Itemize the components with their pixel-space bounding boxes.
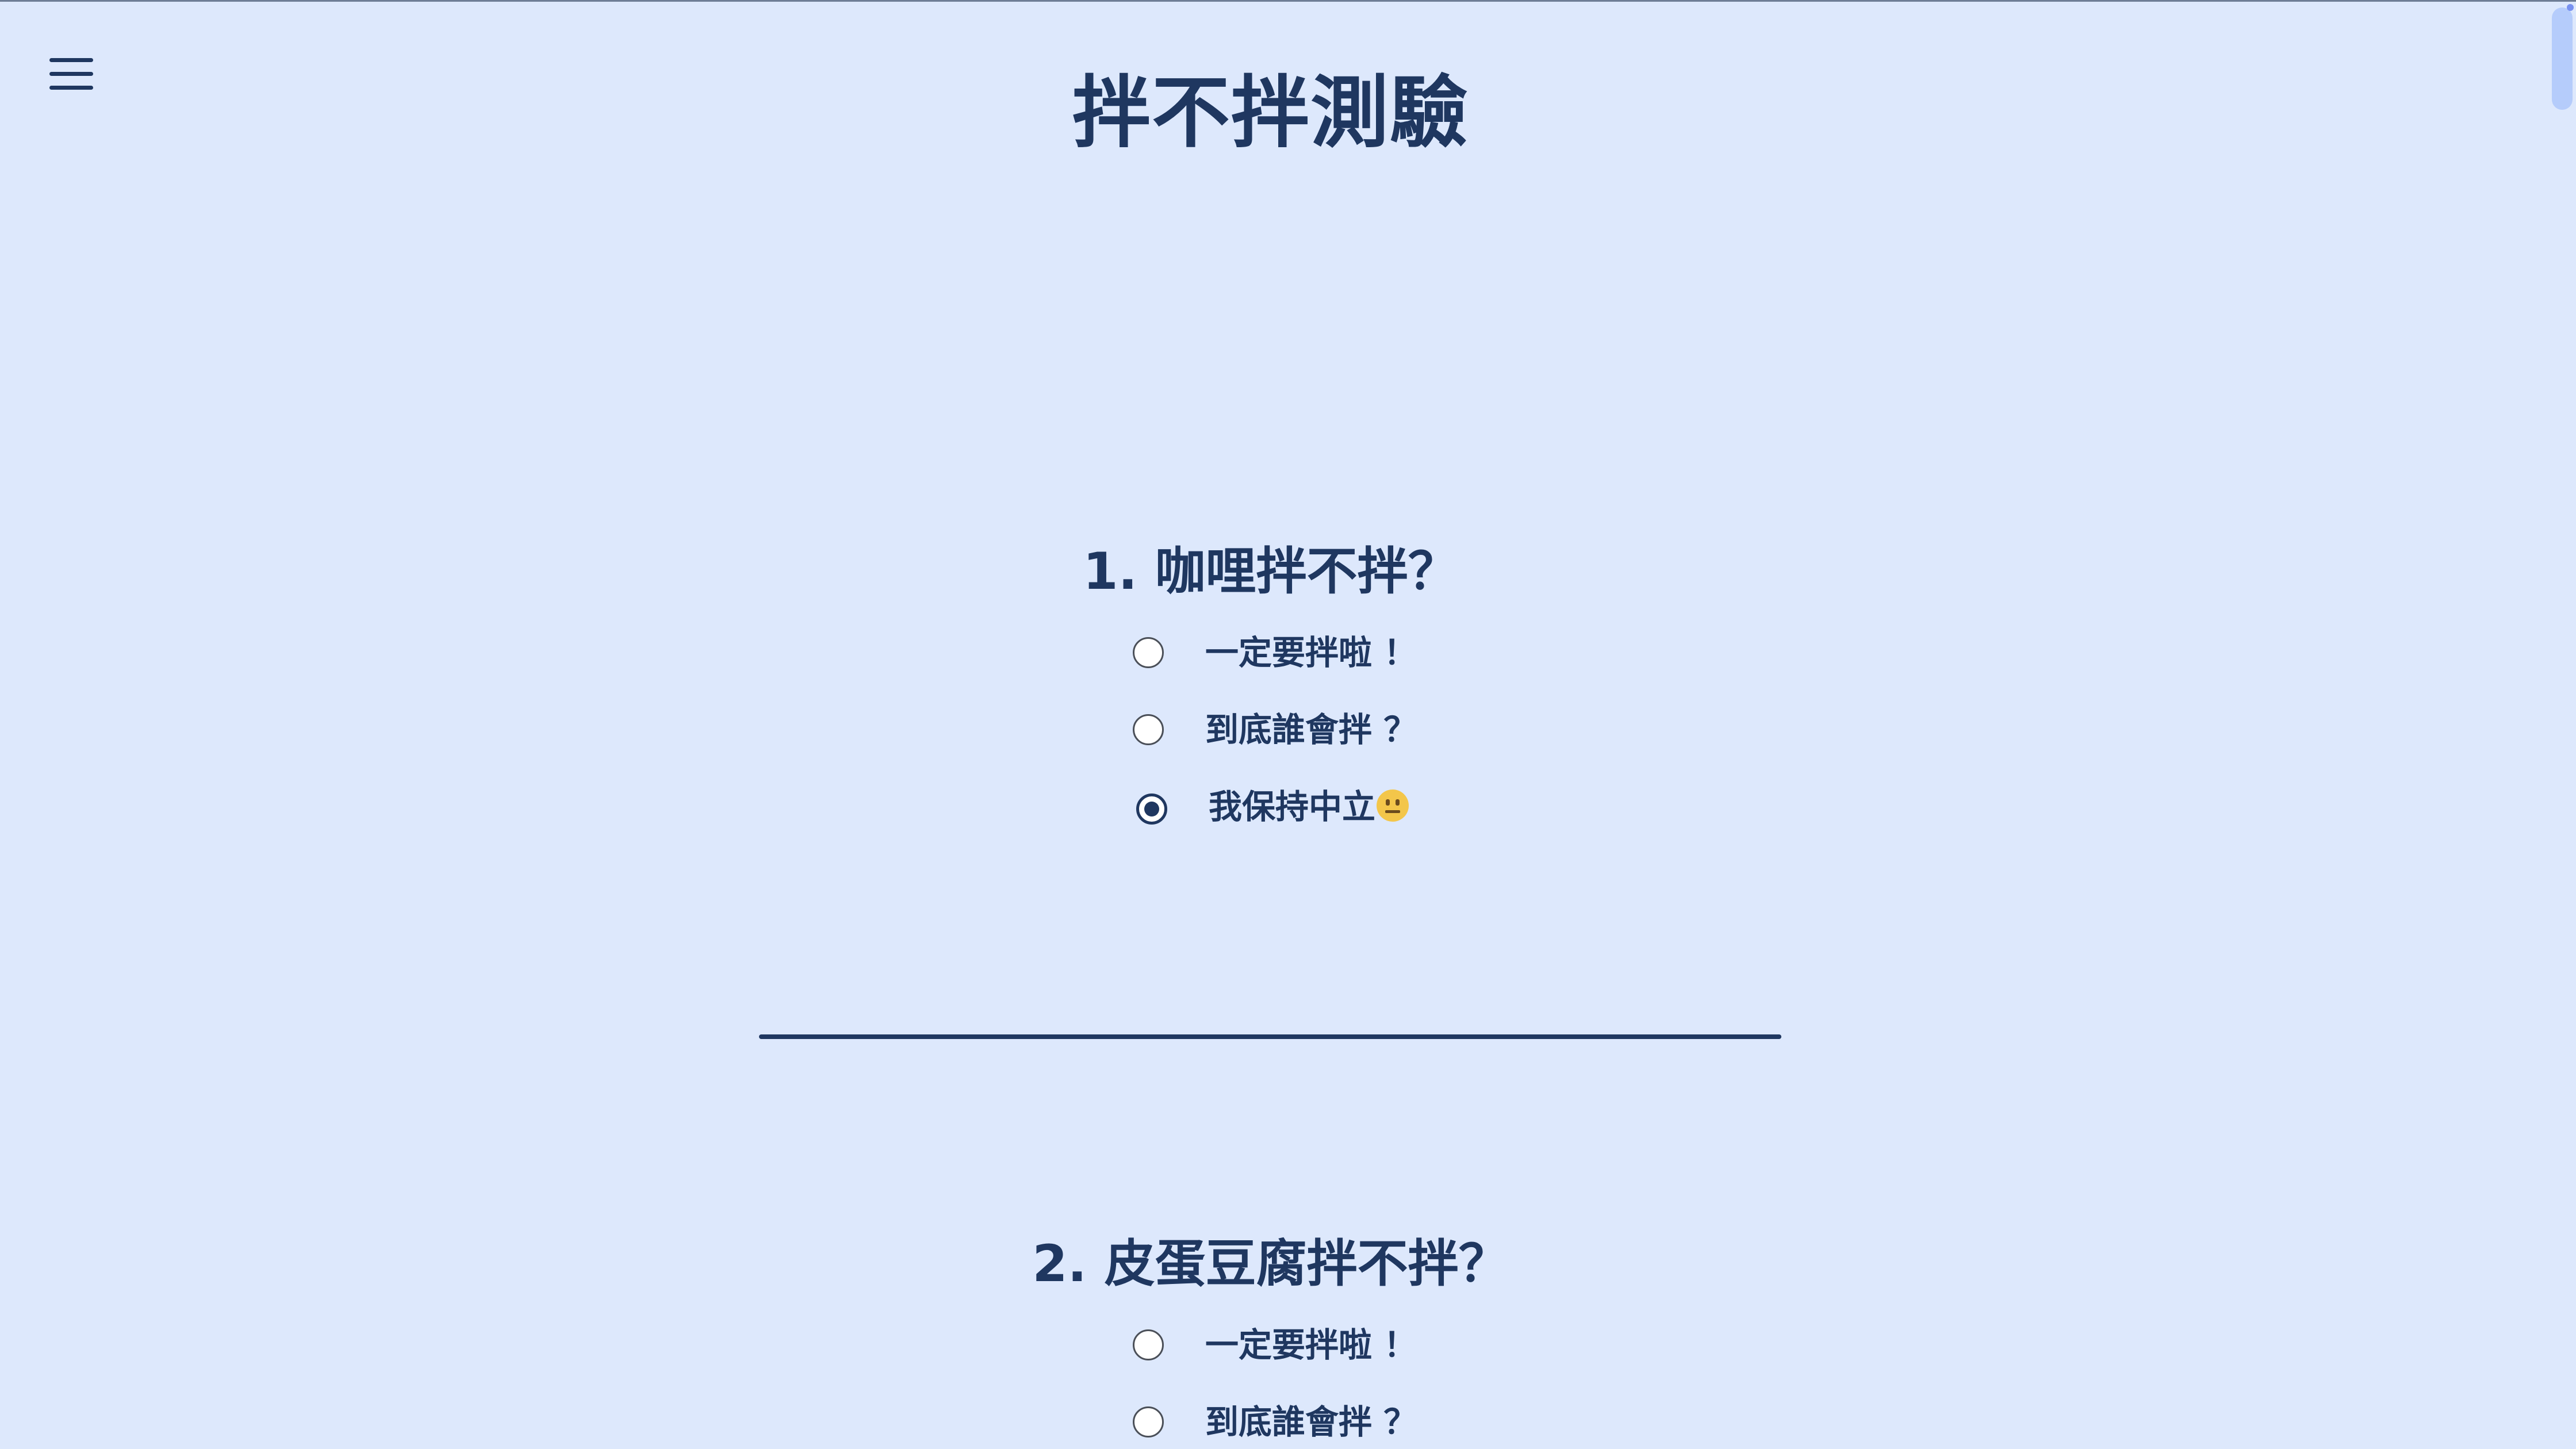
- radio-button[interactable]: [1133, 1406, 1164, 1438]
- vertical-scrollbar[interactable]: [2545, 2, 2576, 1449]
- radio-button[interactable]: [1133, 714, 1164, 745]
- option-label: 到底誰會拌 ？: [1205, 710, 1417, 749]
- question-2: 2. 皮蛋豆腐拌不拌？ 一定要拌啦 ！ 到底誰會拌 ？: [0, 1232, 2542, 1442]
- option-who-mixes[interactable]: 到底誰會拌 ？: [1133, 1392, 1535, 1449]
- option-label: 我保持中立: [1209, 787, 1376, 826]
- neutral-face-emoji-icon: [1377, 789, 1409, 822]
- radio-button[interactable]: [1133, 1329, 1164, 1360]
- scrollbar-indicator-dot: [2567, 4, 2574, 11]
- option-label-row: 我保持中立: [1209, 786, 1409, 827]
- option-label: 到底誰會拌 ？: [1205, 1402, 1417, 1442]
- scrollbar-thumb[interactable]: [2552, 7, 2573, 110]
- question-1: 1. 咖哩拌不拌？ 一定要拌啦 ！ 到底誰會拌 ？ 我保持中立: [0, 540, 2542, 826]
- option-must-mix[interactable]: 一定要拌啦 ！: [1133, 1315, 1535, 1378]
- radio-button[interactable]: [1133, 637, 1164, 668]
- page-title: 拌不拌測驗: [1072, 68, 1469, 159]
- option-who-mixes[interactable]: 到底誰會拌 ？: [1133, 700, 1535, 763]
- option-label: 一定要拌啦 ！: [1205, 1325, 1417, 1364]
- hamburger-menu-icon: [49, 58, 93, 62]
- option-must-mix[interactable]: 一定要拌啦 ！: [1133, 623, 1535, 686]
- option-label: 一定要拌啦 ！: [1205, 633, 1417, 672]
- question-title: 1. 咖哩拌不拌？: [1083, 542, 1459, 601]
- option-neutral[interactable]: 我保持中立: [1133, 777, 1535, 840]
- radio-button-selected[interactable]: [1136, 793, 1167, 825]
- section-divider: [759, 1034, 1781, 1039]
- question-title: 2. 皮蛋豆腐拌不拌？: [1032, 1234, 1509, 1293]
